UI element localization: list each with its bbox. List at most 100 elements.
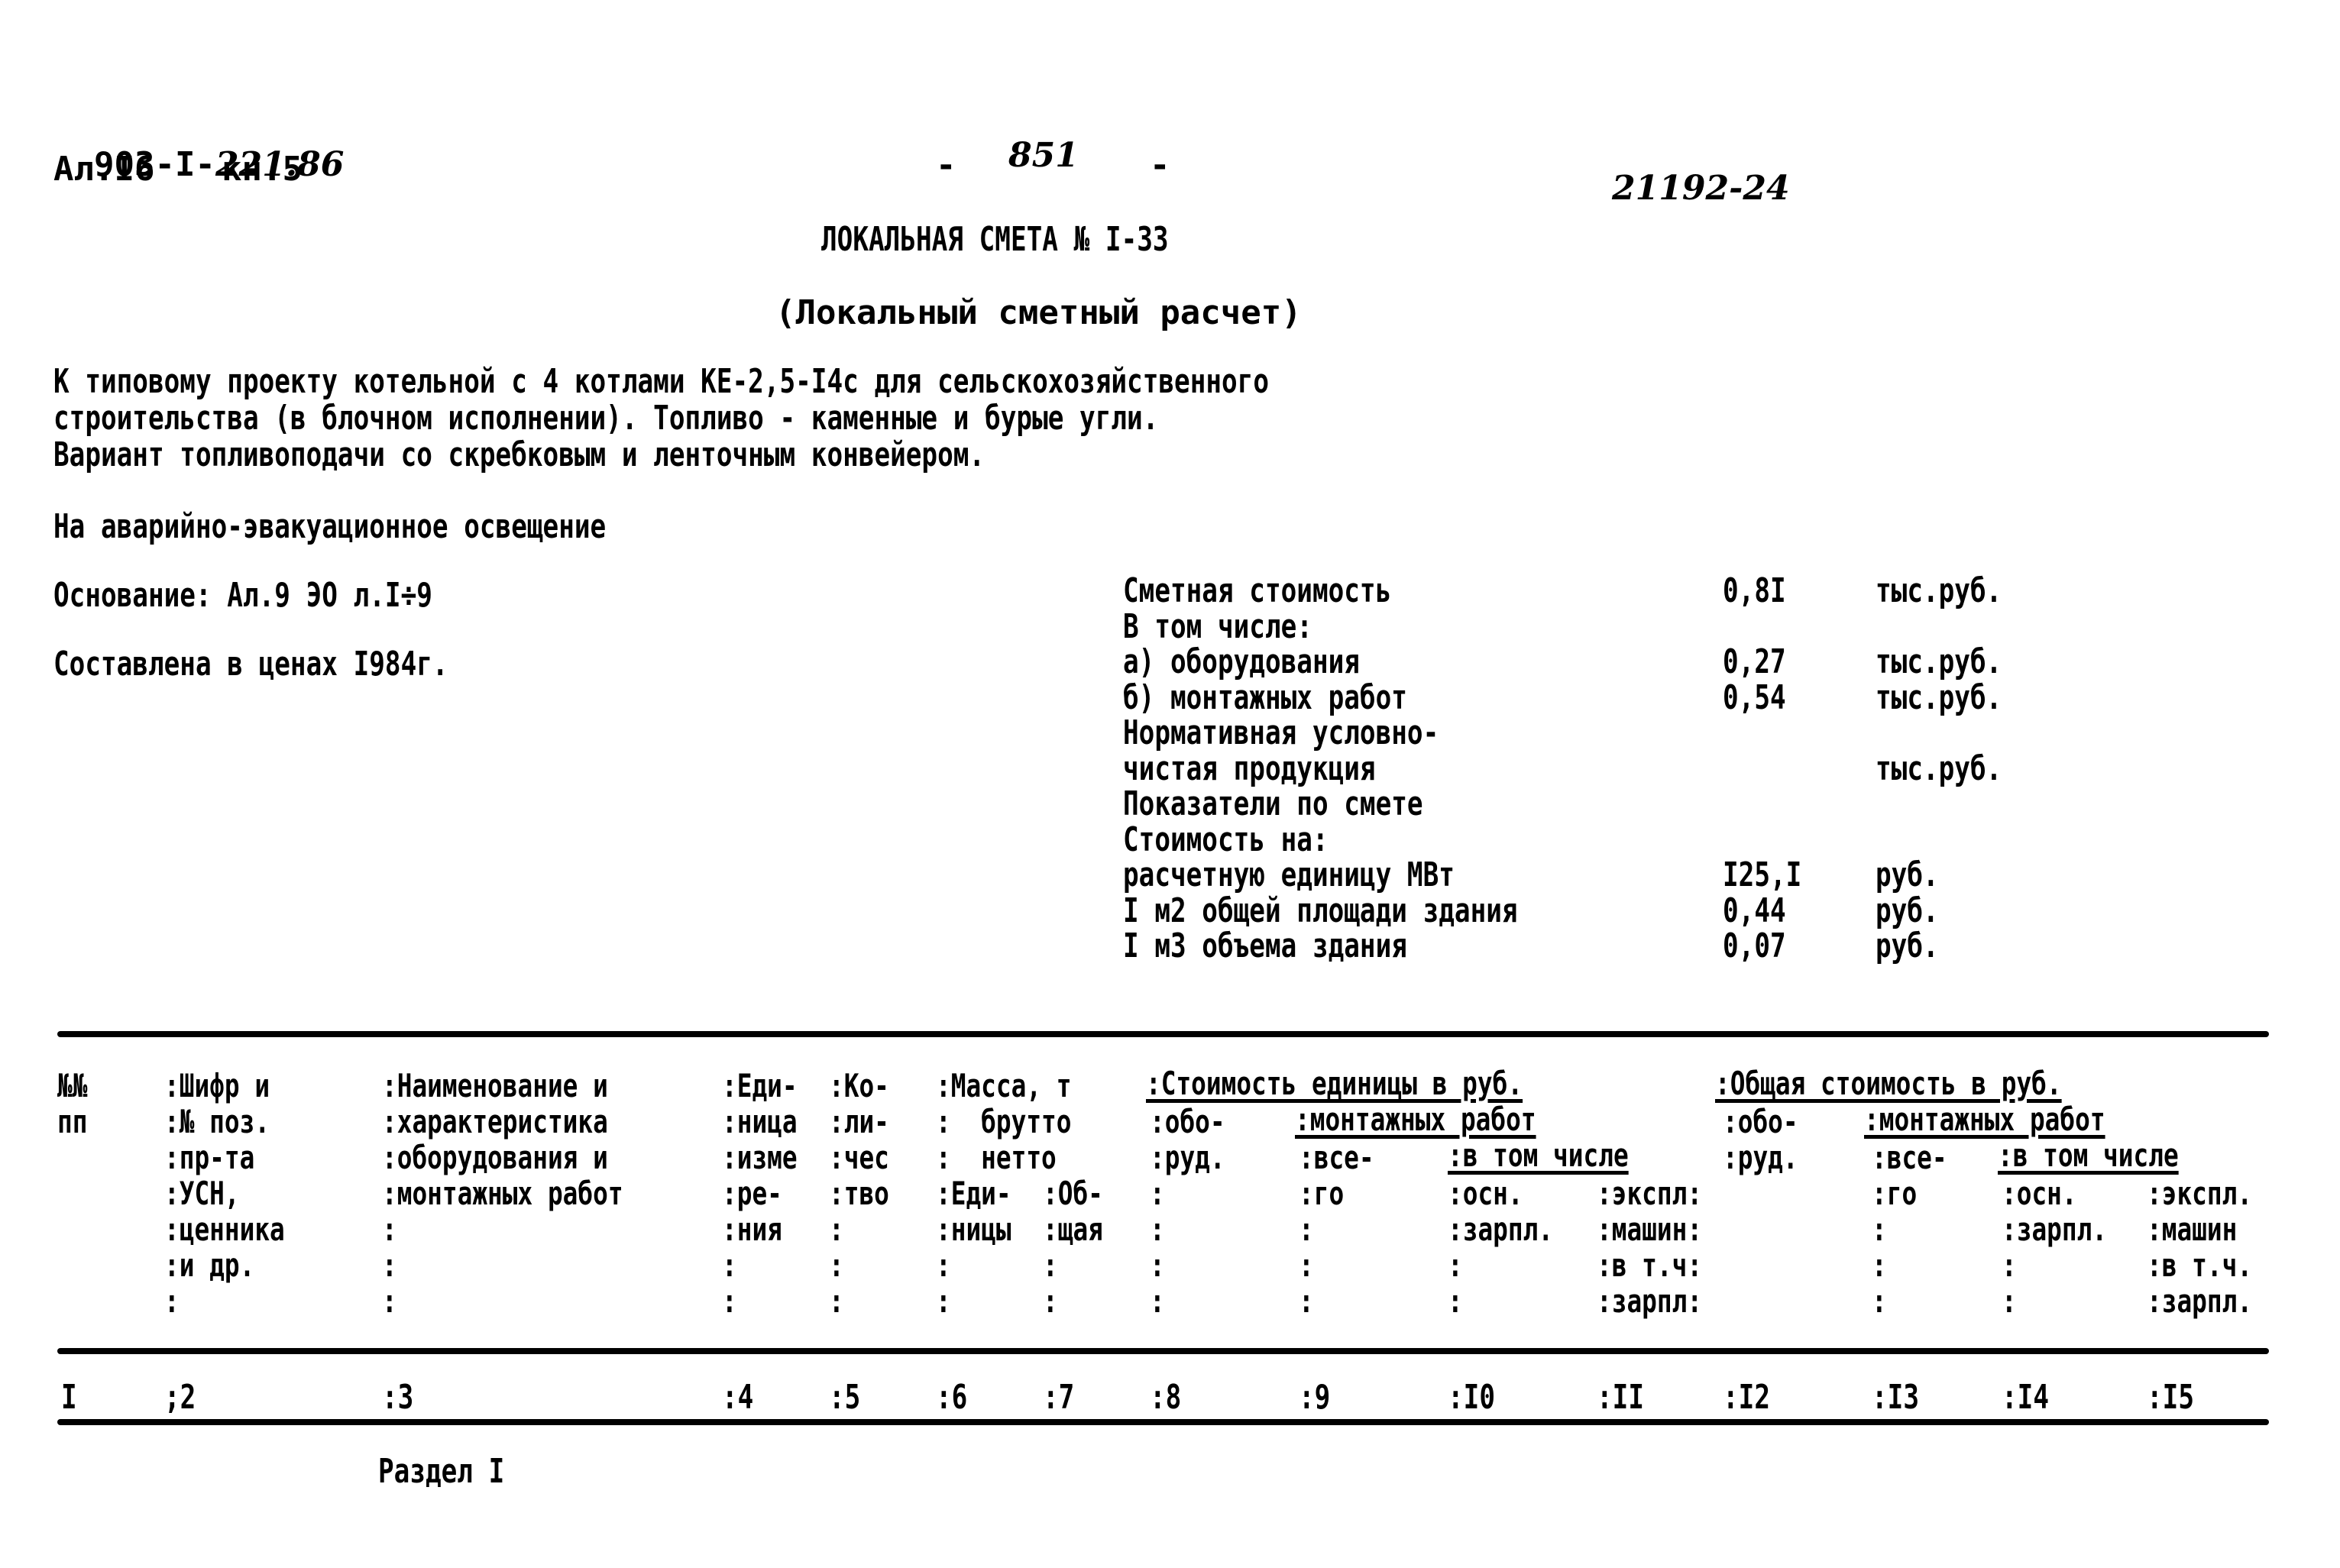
header-cell-line: :обо- [1723,1103,1798,1140]
page-subtitle: (Локальный сметный расчет) [775,293,1302,332]
header-cell-line: : [722,1282,737,1320]
header-cell-line: :обо- [1150,1103,1225,1140]
header-column-1: №№ пп [57,1068,87,1140]
header-cell-line [1043,1068,1103,1104]
summary-label: Сметная стоимость [1123,571,1392,610]
header-cell-line: :руд. [1150,1139,1225,1176]
header-cell-line: :в т.ч. [2147,1246,2253,1284]
column-number: :I4 [2002,1378,2049,1417]
summary-value: 0,8I [1723,571,1786,610]
header-cell-line: :и др. [164,1246,255,1284]
header-cell-line: :зарпл. [2147,1282,2253,1320]
header-cell-line: : [722,1246,737,1284]
header-column-11: :экспл::машин::в т.ч::зарпл: [1597,1068,1702,1319]
header-cell-line: пп [57,1103,88,1140]
header-cell-line: :ре- [722,1175,782,1212]
header-cell-line: : [164,1282,180,1320]
column-number: :9 [1299,1378,1331,1417]
page-dash-right: - [1150,146,1170,185]
header-cell-line: : [2002,1246,2017,1284]
group-header-unit-cost-incl: :в том числе [1448,1136,1629,1174]
header-cell-line [1597,1104,1702,1140]
header-cell-line: : [1150,1175,1165,1212]
header-column-4: :Еди-:ница:изме:ре-:ния:: [722,1068,798,1319]
header-cell-line: : [1150,1282,1165,1320]
header-cell-line: : [1150,1246,1165,1284]
summary-label: Показатели по смете [1123,784,1423,823]
header-cell-line: : [829,1246,844,1284]
header-cell-line: :экспл. [2147,1175,2253,1212]
header-cell-line: №№ [57,1067,88,1104]
header-cell-line: : [829,1211,844,1248]
header-cell-line: :машин [2147,1211,2238,1248]
summary-unit: руб. [1876,855,1939,894]
header-column-5: :Ко-:ли-:чес:тво::: [829,1068,889,1319]
header-cell-line: :ния [722,1211,782,1248]
column-number: :I5 [2147,1378,2194,1417]
inventory-number: 21192-24 [1612,169,1790,208]
column-number: :4 [722,1378,754,1417]
header-cell-line: : [1872,1246,1887,1284]
summary-unit: тыс.руб. [1876,642,2002,681]
header-cell-line [1043,1104,1103,1140]
header-cell-line: :изме [722,1139,798,1176]
header-cell-line: :го [1872,1175,1918,1212]
header-cell-line: : [1872,1282,1887,1320]
column-numbers-rule [57,1419,2269,1425]
header-cell-line: :пр-та [164,1139,255,1176]
header-cell-line: :ценника [164,1211,285,1248]
header-cell-line: :Об- [1043,1175,1103,1212]
column-number: :8 [1150,1378,1182,1417]
summary-label: б) монтажных работ [1123,677,1407,717]
header-cell-line: :Ко- [829,1067,889,1104]
header-cell-line: : [382,1211,397,1248]
page-dash-left: - [936,146,956,185]
header-cell-line: :Еди- [722,1067,798,1104]
header-cell-line [2147,1068,2252,1104]
header-cell-line: : [1299,1282,1314,1320]
header-cell-line: :все- [1872,1139,1947,1176]
header-cell-line: : [1299,1211,1314,1248]
summary-label: Стоимость на: [1123,820,1329,859]
header-column-2: :Шифр и:№ поз.:пр-та:УСН,:ценника:и др.: [164,1068,285,1319]
summary-label: расчетную единицу МВт [1123,855,1455,894]
description-line: строительства (в блочном исполнении). То… [53,399,1159,438]
header-cell-line: :осн. [2002,1175,2077,1212]
summary-value: 0,07 [1723,926,1786,965]
header-cell-line: :машин: [1597,1211,1703,1248]
column-number: :I3 [1872,1378,1919,1417]
header-cell-line: :щая [1043,1211,1103,1248]
header-cell-line: :чес [829,1139,889,1176]
header-cell-line: : [1872,1211,1887,1248]
summary-label: I м3 объема здания [1123,926,1407,965]
table-top-rule [57,1031,2269,1037]
header-cell-line: :го [1299,1175,1345,1212]
header-cell-line: : [382,1246,397,1284]
header-cell-line: :УСН, [164,1175,240,1212]
summary-unit: тыс.руб. [1876,748,2002,788]
header-cell-line [1597,1068,1702,1104]
header-cell-line: :все- [1299,1139,1374,1176]
object-name: На аварийно-эвакуационное освещение [53,507,607,546]
header-cell-line: :Шифр и [164,1067,270,1104]
header-cell-line: :ли- [829,1103,889,1140]
summary-unit: руб. [1876,926,1939,965]
header-cell-line: :экспл: [1597,1175,1703,1212]
group-header-total-cost-incl: :в том числе [1998,1136,2179,1174]
book-label: кн.5 [222,150,303,189]
header-cell-line: :характеристика [382,1103,608,1140]
page-title: ЛОКАЛЬНАЯ СМЕТА № I-33 [821,220,1169,259]
header-cell-line: :Наименование и [382,1067,608,1104]
group-header-unit-cost-mounting: :монтажных работ [1295,1101,1536,1138]
header-cell-line: : [1043,1282,1058,1320]
price-basis: Составлена в ценах I984г. [53,645,448,684]
header-cell-line: : [382,1282,397,1320]
group-header-unit-cost: :Стоимость единицы в руб. [1146,1065,1523,1102]
summary-label: I м2 общей площади здания [1123,891,1518,930]
header-column-3: :Наименование и:характеристика:оборудова… [382,1068,623,1319]
header-cell-line: : [1299,1246,1314,1284]
column-number: :3 [382,1378,414,1417]
header-cell-line: :зарпл. [2002,1211,2108,1248]
summary-value: 0,54 [1723,677,1786,717]
group-header-total-cost-mounting: :монтажных работ [1864,1101,2105,1138]
